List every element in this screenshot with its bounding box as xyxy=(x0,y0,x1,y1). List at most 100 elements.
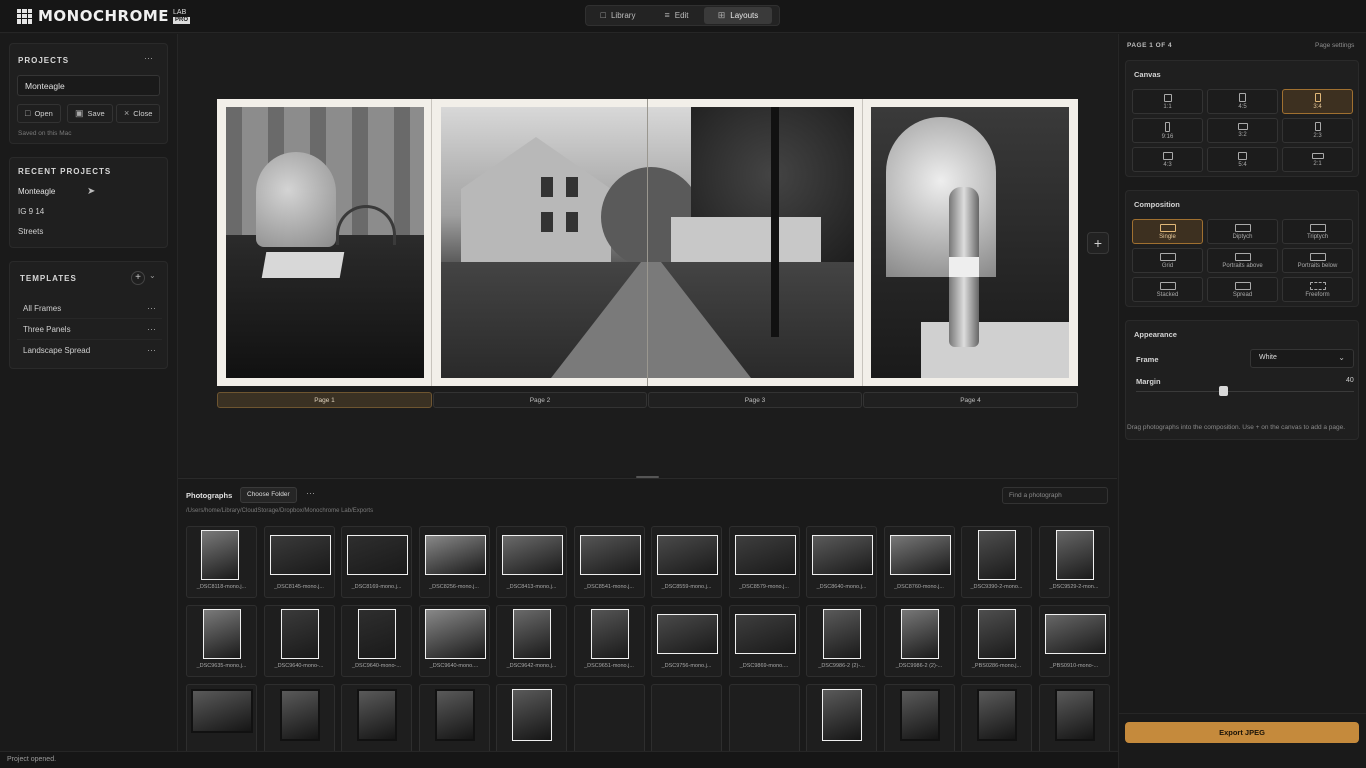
canvas-option[interactable]: 9:16 xyxy=(1132,118,1203,143)
photo-thumbnail[interactable]: _PBS0910-mono-... xyxy=(1038,605,1110,677)
canvas-option[interactable]: 2:3 xyxy=(1282,118,1353,143)
page-spread[interactable] xyxy=(217,99,1078,386)
photo-thumbnail[interactable] xyxy=(341,684,412,751)
page-tab-4[interactable]: Page 4 xyxy=(863,392,1078,408)
more-icon[interactable]: ⋯ xyxy=(147,324,156,335)
composition-option[interactable]: Single xyxy=(1132,219,1203,244)
photo-thumbnail[interactable]: _DSC9640-mono.... xyxy=(418,605,490,677)
appearance-section: Appearance Frame White ⌄ Margin 40 xyxy=(1125,320,1359,440)
photo-thumbnail[interactable]: _DSC9640-mono-... xyxy=(341,605,412,677)
more-icon[interactable]: ⋯ xyxy=(306,488,315,499)
photo-thumbnail[interactable]: _DSC8640-mono.j... xyxy=(806,526,877,598)
photo-thumbnail[interactable] xyxy=(263,684,335,751)
thumbnail-caption: _DSC9390-2-mono... xyxy=(970,584,1023,590)
photo-thumbnail[interactable]: _DSC9390-2-mono... xyxy=(961,526,1032,598)
thumbnail-image xyxy=(734,614,796,654)
composition-option[interactable]: Spread xyxy=(1207,277,1278,302)
open-button[interactable]: □ Open xyxy=(17,104,61,123)
canvas-option[interactable]: 4:3 xyxy=(1132,147,1203,172)
photo-thumbnail[interactable]: _DSC8413-mono.j... xyxy=(496,526,567,598)
page-tab-3[interactable]: Page 3 xyxy=(648,392,862,408)
save-button[interactable]: ▣ Save xyxy=(67,104,113,123)
choose-folder-button[interactable]: Choose Folder xyxy=(240,487,297,503)
photo-thumbnail[interactable] xyxy=(961,684,1032,751)
canvas-option[interactable]: 3:2 xyxy=(1207,118,1278,143)
composition-option[interactable]: Freeform xyxy=(1282,277,1353,302)
more-icon[interactable]: ⋯ xyxy=(147,345,156,356)
photo-thumbnail[interactable]: _DSC9986-2 (2)-... xyxy=(883,605,955,677)
photo-thumbnail[interactable]: _DSC8169-mono.j... xyxy=(341,526,412,598)
photo-thumbnail[interactable]: _DSC8145-mono.j... xyxy=(263,526,335,598)
photo-porch-chair[interactable] xyxy=(226,107,424,378)
template-item[interactable]: Three Panels ⋯ xyxy=(17,319,162,340)
photo-thumbnail[interactable]: _DSC9529-2-mon... xyxy=(1038,526,1110,598)
photo-thumbnail[interactable] xyxy=(728,684,800,751)
page-tab-1[interactable]: Page 1 xyxy=(217,392,432,408)
photo-thumbnail[interactable]: _DSC9651-mono.j... xyxy=(573,605,645,677)
photo-thumbnail[interactable]: _DSC9869-mono.... xyxy=(728,605,800,677)
chevron-down-icon[interactable]: ⌄ xyxy=(149,271,156,280)
open-book xyxy=(261,252,345,278)
photo-thumbnail[interactable]: _DSC8579-mono.j... xyxy=(728,526,800,598)
template-item[interactable]: Landscape Spread ⋯ xyxy=(17,340,162,361)
photo-thumbnail[interactable] xyxy=(496,684,567,751)
photo-coca-cola-bottle[interactable] xyxy=(871,107,1069,378)
photo-thumbnail[interactable] xyxy=(186,684,257,751)
photo-search-input[interactable]: Find a photograph xyxy=(1002,487,1108,504)
page-settings-link[interactable]: Page settings xyxy=(1315,42,1354,49)
tab-library[interactable]: □ Library xyxy=(587,7,649,24)
composition-option[interactable]: Portraits above xyxy=(1207,248,1278,273)
photo-thumbnail[interactable]: _DSC9635-mono.j... xyxy=(186,605,257,677)
photo-thumbnail[interactable] xyxy=(573,684,645,751)
template-item[interactable]: All Frames ⋯ xyxy=(17,298,162,319)
photo-thumbnail[interactable]: _DSC9986-2 (2)-... xyxy=(806,605,877,677)
photo-thumbnail[interactable]: _DSC8760-mono.j... xyxy=(883,526,955,598)
photo-thumbnail[interactable]: _DSC9640-mono-... xyxy=(263,605,335,677)
canvas-option[interactable]: 1:1 xyxy=(1132,89,1203,114)
canvas-option[interactable]: 3:4 xyxy=(1282,89,1353,114)
more-icon[interactable]: ⋯ xyxy=(147,303,156,314)
margin-slider-track[interactable] xyxy=(1136,391,1354,392)
composition-option[interactable]: Stacked xyxy=(1132,277,1203,302)
photo-thumbnail[interactable]: _PBS0286-mono.j... xyxy=(961,605,1032,677)
thumbnail-image xyxy=(513,609,551,659)
photo-grid: _DSC8118-mono.j... _DSC8145-mono.j... _DSC… xyxy=(186,526,1110,751)
canvas-option[interactable]: 4:5 xyxy=(1207,89,1278,114)
table-corner xyxy=(921,322,1069,378)
divider xyxy=(1119,713,1366,714)
page-tab-2[interactable]: Page 2 xyxy=(433,392,647,408)
margin-slider-thumb[interactable] xyxy=(1219,386,1229,396)
photo-thumbnail[interactable]: _DSC8559-mono.j... xyxy=(651,526,722,598)
photo-thumbnail[interactable] xyxy=(883,684,955,751)
add-template-icon[interactable]: + xyxy=(131,271,145,285)
photo-thumbnail[interactable]: _DSC8541-mono.j... xyxy=(573,526,645,598)
composition-option[interactable]: Portraits below xyxy=(1282,248,1353,273)
photo-thumbnail[interactable] xyxy=(651,684,722,751)
photo-thumbnail[interactable] xyxy=(418,684,490,751)
photo-thumbnail[interactable]: _DSC8118-mono.j... xyxy=(186,526,257,598)
composition-option[interactable]: Triptych xyxy=(1282,219,1353,244)
close-button[interactable]: × Close xyxy=(116,104,161,123)
composition-layout-icon xyxy=(1309,223,1326,232)
tab-edit[interactable]: ≡ Edit xyxy=(649,7,704,24)
thumbnail-caption: _DSC8559-mono.j... xyxy=(661,584,712,590)
add-page-button[interactable]: + xyxy=(1087,232,1109,254)
tab-layouts[interactable]: ⊞ Layouts xyxy=(704,7,772,24)
frame-select[interactable]: White ⌄ xyxy=(1250,349,1354,368)
photo-thumbnail[interactable]: _DSC8256-mono.j... xyxy=(418,526,490,598)
composition-option[interactable]: Diptych xyxy=(1207,219,1278,244)
canvas-option[interactable]: 2:1 xyxy=(1282,147,1353,172)
recent-item[interactable]: Streets xyxy=(18,227,43,236)
projects-more-icon[interactable]: ⋯ xyxy=(144,53,153,64)
photo-thumbnail[interactable]: _DSC9642-mono.j... xyxy=(496,605,567,677)
composition-option[interactable]: Grid xyxy=(1132,248,1203,273)
project-name-input[interactable]: Monteagle xyxy=(17,75,160,96)
canvas-option[interactable]: 5:4 xyxy=(1207,147,1278,172)
export-jpeg-button[interactable]: Export JPEG xyxy=(1125,722,1359,743)
photo-thumbnail[interactable]: _DSC9756-mono.j... xyxy=(651,605,722,677)
photo-thumbnail[interactable] xyxy=(806,684,877,751)
recent-item[interactable]: Monteagle xyxy=(18,187,55,196)
margin-value: 40 xyxy=(1346,377,1354,384)
photo-thumbnail[interactable] xyxy=(1038,684,1110,751)
recent-item[interactable]: IG 9 14 xyxy=(18,207,44,216)
